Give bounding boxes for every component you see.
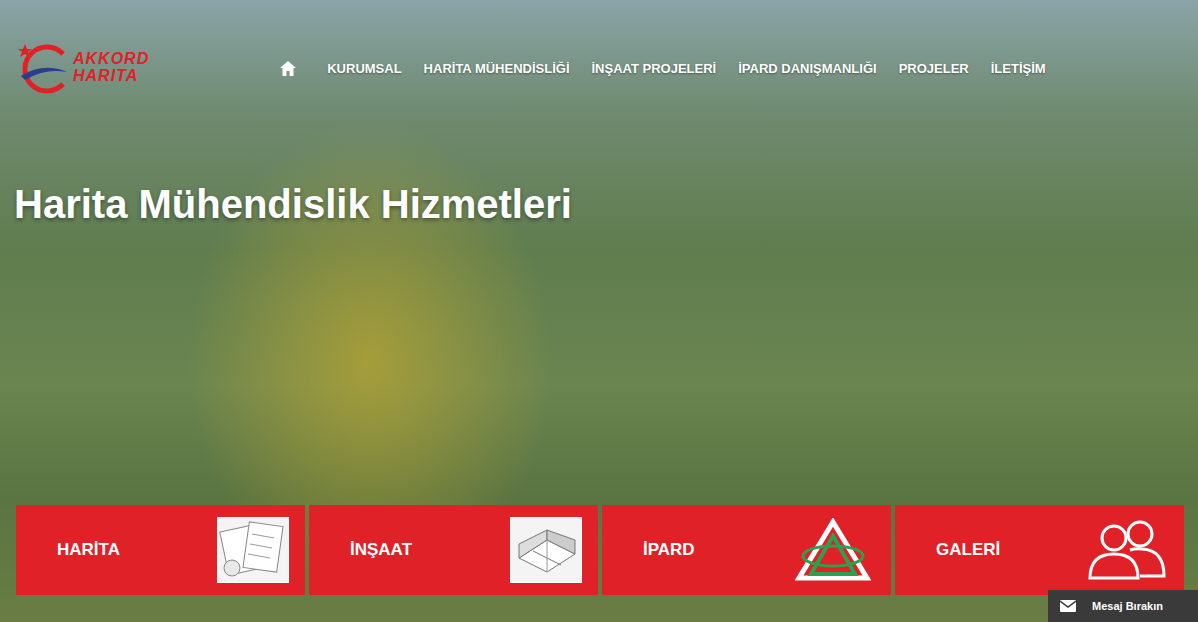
nav-item[interactable]: İNŞAAT PROJELERİ <box>592 61 717 76</box>
service-tile[interactable]: İNŞAAT <box>309 505 598 595</box>
tile-label: İNŞAAT <box>350 540 412 560</box>
tile-label: GALERİ <box>936 540 1000 560</box>
service-tile[interactable]: GALERİ <box>895 505 1184 595</box>
service-tile[interactable]: HARİTA <box>16 505 305 595</box>
home-icon[interactable] <box>279 60 297 77</box>
logo-swoosh-icon <box>15 40 71 96</box>
hero-title: Harita Mühendislik Hizmetleri <box>14 180 1198 228</box>
nav-item[interactable]: HARİTA MÜHENDİSLİĞİ <box>424 61 570 76</box>
logo[interactable]: AKKORDHARITA <box>15 40 149 96</box>
service-tile[interactable]: İPARD <box>602 505 891 595</box>
nav-item[interactable]: PROJELER <box>899 61 969 76</box>
blueprint-icon <box>217 517 289 583</box>
tile-label: HARİTA <box>57 540 120 560</box>
nav-item[interactable]: İPARD DANIŞMANLIĞI <box>738 61 876 76</box>
logo-line: HARITA <box>73 68 149 85</box>
ipard-emblem-icon <box>791 517 875 583</box>
envelope-icon <box>1060 600 1076 612</box>
logo-line: AKKORD <box>73 51 149 68</box>
logo-text: AKKORDHARITA <box>73 51 149 85</box>
people-icon <box>1084 517 1168 583</box>
main-nav: KURUMSAL HARİTA MÜHENDİSLİĞİ İNŞAAT PROJEL… <box>279 60 1045 77</box>
message-label: Mesaj Bırakın <box>1092 600 1163 612</box>
page: AKKORDHARITA KURUMSAL HARİTA MÜHENDİSLİĞİ İ… <box>0 0 1198 622</box>
nav-item[interactable]: İLETİŞİM <box>991 61 1046 76</box>
tile-row: HARİTA İNŞAAT İPARD GALERİ <box>0 505 1198 595</box>
header: AKKORDHARITA KURUMSAL HARİTA MÜHENDİSLİĞİ İ… <box>0 0 1198 96</box>
floor-plan-icon <box>510 517 582 583</box>
message-button[interactable]: Mesaj Bırakın <box>1048 590 1198 622</box>
nav-item[interactable]: KURUMSAL <box>327 61 401 76</box>
tile-label: İPARD <box>643 540 695 560</box>
